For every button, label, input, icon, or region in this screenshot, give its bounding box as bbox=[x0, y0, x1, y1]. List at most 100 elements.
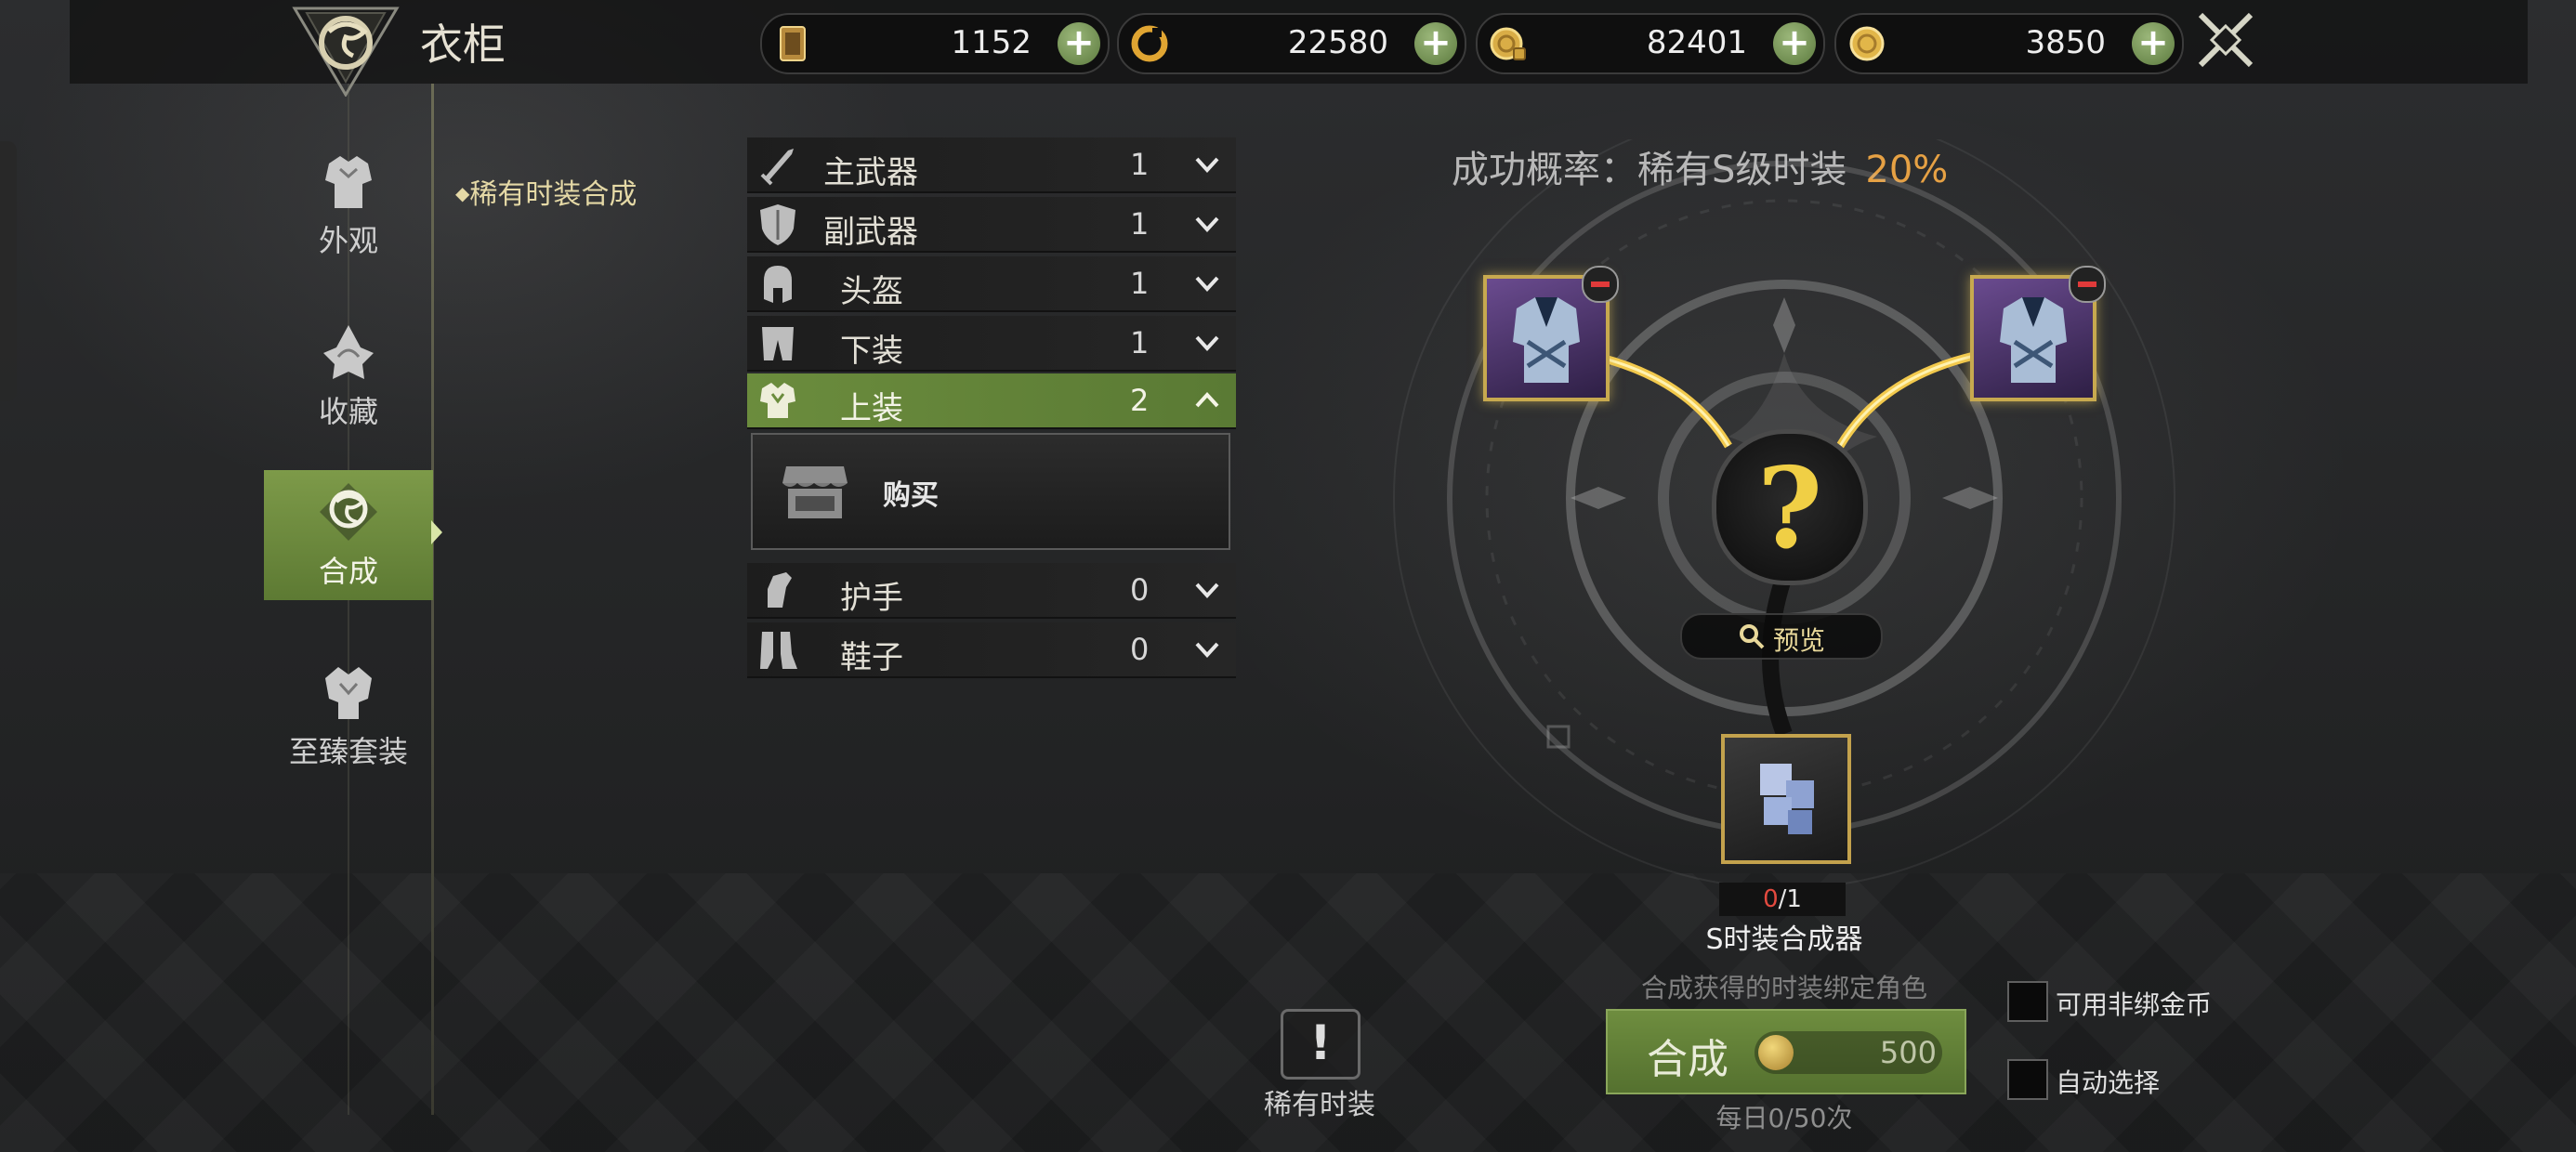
diamond-bullet-icon: ◆ bbox=[455, 182, 470, 204]
premium-set-icon bbox=[325, 667, 372, 719]
remove-slot-button[interactable] bbox=[2069, 266, 2106, 303]
category-label: 头盔 bbox=[840, 273, 903, 310]
add-currency-button[interactable]: + bbox=[2132, 22, 2175, 65]
chevron-down-icon[interactable] bbox=[1191, 635, 1223, 663]
category-label: 下装 bbox=[840, 333, 903, 370]
category-gauntlet[interactable]: 护手 0 bbox=[747, 563, 1236, 619]
preview-button[interactable]: 预览 bbox=[1680, 613, 1883, 660]
category-count: 1 bbox=[1130, 206, 1150, 242]
collection-icon bbox=[323, 325, 374, 379]
question-mark-icon: ? bbox=[1756, 443, 1823, 574]
category-label: 护手 bbox=[840, 580, 903, 617]
category-count: 0 bbox=[1130, 632, 1150, 667]
nav-item-label: 合成 bbox=[318, 554, 378, 589]
armor-icon bbox=[325, 156, 372, 208]
cost-value: 500 bbox=[1879, 1035, 1937, 1070]
nav-item-label: 外观 bbox=[318, 223, 378, 258]
pants-icon bbox=[762, 327, 794, 360]
sword-icon bbox=[760, 149, 794, 186]
nav-item-appearance[interactable]: 外观 bbox=[264, 139, 433, 269]
remove-slot-button[interactable] bbox=[1582, 266, 1619, 303]
exclamation-icon: ! bbox=[1309, 1015, 1332, 1071]
rare-costume-label: 稀有时装 bbox=[1264, 1089, 1375, 1121]
currency-gold: 3850 + bbox=[1834, 13, 2184, 74]
result-orb[interactable]: ? bbox=[1712, 429, 1868, 585]
currency-bound-gold: 82401 + bbox=[1476, 13, 1825, 74]
currency-value: 82401 bbox=[1646, 24, 1747, 61]
nonbound-gold-checkbox[interactable] bbox=[2007, 981, 2048, 1022]
page-title: 衣柜 bbox=[420, 20, 506, 70]
buy-button[interactable]: 购买 bbox=[751, 433, 1230, 550]
bind-notice: 合成获得的时装绑定角色 bbox=[1640, 973, 1927, 1003]
currency-cycle-token: 22580 + bbox=[1117, 13, 1466, 74]
category-pants[interactable]: 下装 1 bbox=[747, 316, 1236, 372]
boots-icon bbox=[760, 632, 797, 669]
category-sub-weapon[interactable]: 副武器 1 bbox=[747, 197, 1236, 253]
add-currency-button[interactable]: + bbox=[1058, 22, 1100, 65]
category-count: 2 bbox=[1130, 383, 1150, 418]
chest-armor-icon bbox=[760, 383, 795, 418]
add-currency-button[interactable]: + bbox=[1414, 22, 1457, 65]
nav-item-label: 收藏 bbox=[318, 394, 378, 429]
chevron-down-icon[interactable] bbox=[1191, 576, 1223, 604]
dragon-emblem-icon bbox=[292, 7, 400, 97]
category-label: 上装 bbox=[840, 390, 903, 427]
add-currency-button[interactable]: + bbox=[1773, 22, 1816, 65]
currency-ticket: 1152 + bbox=[760, 13, 1110, 74]
auto-select-label: 自动选择 bbox=[2056, 1067, 2161, 1098]
costume-top-icon bbox=[1513, 297, 1580, 383]
nav-item-synthesis[interactable]: 合成 bbox=[264, 470, 433, 600]
gauntlet-icon bbox=[768, 572, 792, 608]
category-label: 主武器 bbox=[823, 154, 918, 191]
helmet-icon bbox=[764, 266, 792, 303]
nav-item-label: 至臻套装 bbox=[288, 734, 408, 769]
currency-value: 22580 bbox=[1287, 24, 1388, 61]
cost-display: 500 bbox=[1755, 1031, 1942, 1074]
category-label: 鞋子 bbox=[840, 639, 903, 676]
category-count: 1 bbox=[1130, 325, 1150, 360]
nonbound-gold-label: 可用非绑金币 bbox=[2056, 989, 2213, 1020]
category-count: 1 bbox=[1130, 147, 1150, 182]
synthesize-label: 合成 bbox=[1647, 1036, 1728, 1083]
chevron-down-icon[interactable] bbox=[1191, 269, 1223, 297]
shield-icon bbox=[760, 204, 795, 245]
magnifier-icon bbox=[1740, 624, 1765, 649]
crossed-swords-close-icon[interactable] bbox=[2193, 7, 2258, 72]
preview-label: 预览 bbox=[1773, 625, 1826, 656]
synthesizer-count-total: /1 bbox=[1778, 885, 1802, 913]
synthesizer-name: S时装合成器 bbox=[1705, 923, 1863, 956]
chevron-down-icon[interactable] bbox=[1191, 210, 1223, 238]
gold-coin-icon bbox=[1758, 1035, 1794, 1070]
side-edge-tab[interactable] bbox=[0, 141, 17, 401]
category-boots[interactable]: 鞋子 0 bbox=[747, 622, 1236, 678]
bound-gold-coin-icon bbox=[1490, 27, 1526, 60]
buy-label: 购买 bbox=[883, 479, 939, 512]
synthesizer-item-slot[interactable] bbox=[1721, 734, 1851, 864]
cube-synthesizer-icon bbox=[1760, 764, 1814, 834]
category-helmet[interactable]: 头盔 1 bbox=[747, 256, 1236, 312]
gold-coin-icon bbox=[1849, 26, 1885, 61]
nav-item-collection[interactable]: 收藏 bbox=[264, 310, 433, 440]
cycle-token-icon bbox=[1131, 25, 1168, 62]
material-slot-left[interactable] bbox=[1483, 266, 1619, 401]
category-top-selected[interactable]: 上装 2 bbox=[747, 373, 1236, 429]
rare-costume-button[interactable]: ! bbox=[1281, 1009, 1360, 1080]
costume-top-icon bbox=[2000, 297, 2067, 383]
chevron-up-icon[interactable] bbox=[1191, 386, 1223, 414]
auto-select-checkbox[interactable] bbox=[2007, 1059, 2048, 1100]
synthesize-button[interactable]: 合成 500 bbox=[1606, 1009, 1966, 1094]
category-main-weapon[interactable]: 主武器 1 bbox=[747, 137, 1236, 193]
subnav-rare-costume-synthesis[interactable]: ◆稀有时装合成 bbox=[455, 171, 637, 212]
chevron-down-icon[interactable] bbox=[1191, 151, 1223, 178]
nav-item-premium-set[interactable]: 至臻套装 bbox=[264, 650, 433, 780]
currency-value: 1152 bbox=[951, 24, 1032, 61]
dragon-synthesis-icon bbox=[320, 483, 377, 541]
category-count: 1 bbox=[1130, 266, 1150, 301]
shop-icon bbox=[782, 466, 848, 518]
daily-limit: 每日0/50次 bbox=[1715, 1103, 1853, 1133]
subnav-label: 稀有时装合成 bbox=[469, 178, 637, 211]
category-label: 副武器 bbox=[823, 214, 918, 251]
material-slot-right[interactable] bbox=[1970, 266, 2106, 401]
chevron-down-icon[interactable] bbox=[1191, 329, 1223, 357]
category-count: 0 bbox=[1130, 572, 1150, 608]
